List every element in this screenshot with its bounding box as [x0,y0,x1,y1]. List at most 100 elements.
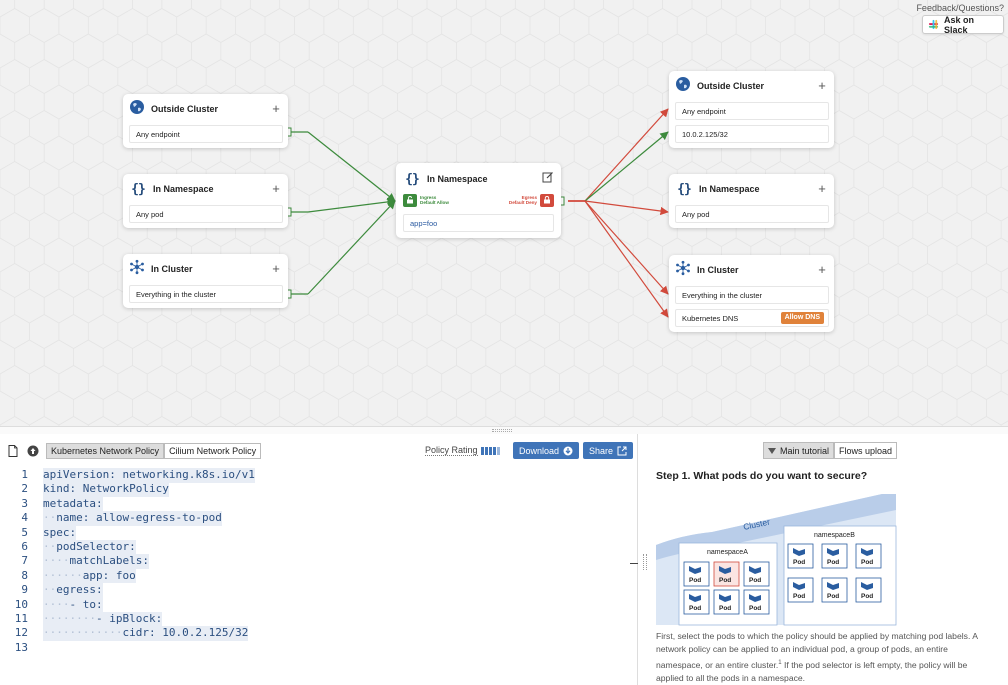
egress-edge [584,108,669,202]
line-number: 7 [21,554,28,568]
egress-edge [584,200,669,216]
edit-icon[interactable] [542,170,554,188]
policy-rating-label[interactable]: Policy Rating [425,445,478,456]
vertical-resize-handle[interactable] [630,434,647,685]
line-number: 11 [14,612,28,625]
external-link-icon [617,446,627,455]
globe-icon [675,76,691,97]
rule-row[interactable]: Any endpoint [129,125,283,143]
pod-box: Pod [821,543,848,569]
rule-row[interactable]: Any endpoint [675,102,829,120]
horizontal-resize-handle[interactable] [0,426,1008,434]
cluster-illustration: Cluster namespaceA namespaceB Pod Pod PodP… [656,494,897,626]
upload-icon[interactable] [26,444,40,458]
download-button[interactable]: Download [513,442,580,459]
code-text: ········- ipBlock: [43,612,163,627]
svg-text:Pod: Pod [861,559,873,566]
cluster-icon [129,259,145,280]
card-title: In Cluster [697,265,739,275]
card-title: Outside Cluster [697,81,765,91]
download-icon [563,446,573,455]
line-number: 13 [14,640,28,654]
code-text: kind: NetworkPolicy [43,482,169,497]
rule-row[interactable]: Everything in the cluster [675,286,829,304]
rule-row[interactable]: Any pod [129,205,283,223]
code-text: ············cidr: 10.0.2.125/32 [43,626,249,641]
rule-row[interactable]: 10.0.2.125/32 [675,125,829,143]
tab-cilium-network-policy[interactable]: Cilium Network Policy [164,443,262,459]
ask-on-slack-button[interactable]: Ask on Slack [922,14,1004,35]
card-title: In Namespace [699,184,760,194]
line-number: 1 [21,468,28,481]
download-label: Download [519,445,560,456]
line-number: 2 [21,482,28,496]
code-text: ··name: allow-egress-to-pod [43,511,222,526]
ingress-unlock-icon[interactable] [403,193,417,207]
tutorial-tabs: Main tutorial Flows upload [763,442,898,459]
rule-row[interactable]: Kubernetes DNS Allow DNS [675,309,829,327]
tab-flows-upload[interactable]: Flows upload [834,442,898,459]
svg-text:Pod: Pod [827,593,839,600]
card-title: In Namespace [153,184,214,194]
slack-button-label: Ask on Slack [944,14,975,35]
yaml-code-editor[interactable]: 1 apiVersion: networking.k8s.io/v1 2 kind: … [0,466,637,685]
namespace-b-label: namespaceB [814,532,855,539]
line-number: 9 [21,583,28,597]
tutorial-description: First, select the pods to which the poli… [656,630,996,685]
code-text: ····- to: [43,597,103,613]
svg-text:Pod: Pod [689,605,701,612]
tutorial-step-title: Step 1. What pods do you want to secure? [656,470,868,482]
code-text: ······app: foo [43,568,136,584]
egress-edge [584,200,669,318]
policy-target-card[interactable]: {} In Namespace Ingress Default Allow Eg… [396,163,561,238]
pod-selector-row[interactable]: app=foo [403,214,554,232]
line-number: 6 [21,540,28,553]
egress-lock-icon[interactable] [540,193,554,207]
add-rule-button[interactable]: + [815,79,829,93]
egress-in-namespace-card[interactable]: {} In Namespace + Any pod [669,174,834,228]
egress-in-cluster-card[interactable]: In Cluster + Everything in the cluster K… [669,255,834,332]
code-text: ··podSelector: [43,540,136,555]
svg-text:Pod: Pod [749,577,761,584]
policy-rating-meter [481,447,500,455]
share-button[interactable]: Share [583,442,634,459]
ingress-edge [307,197,396,213]
rule-row[interactable]: Any pod [675,205,829,223]
egress-edge [584,131,669,202]
code-text: spec: [43,525,77,541]
add-rule-button[interactable]: + [815,263,829,277]
svg-text:Pod: Pod [793,593,805,600]
svg-text:Pod: Pod [793,559,805,566]
add-rule-button[interactable]: + [269,102,283,116]
tab-label: Main tutorial [780,445,830,456]
feedback-label: Feedback/Questions? [916,3,1004,13]
add-rule-button[interactable]: + [269,262,283,276]
pod-box: Pod [855,577,882,603]
line-number: 12 [14,626,28,640]
ingress-default-label: Default Allow [420,200,449,205]
tab-kubernetes-network-policy[interactable]: Kubernetes Network Policy [46,443,165,459]
rule-row[interactable]: Everything in the cluster [129,285,283,303]
add-rule-button[interactable]: + [269,182,283,196]
document-icon[interactable] [6,444,20,458]
ingress-in-namespace-card[interactable]: {} In Namespace + Any pod [123,174,288,228]
pod-box: Pod [683,561,710,587]
line-number: 4 [21,511,28,525]
svg-text:Pod: Pod [689,577,701,584]
line-number: 3 [21,496,28,510]
svg-text:Pod: Pod [861,593,873,600]
line-number: 5 [21,525,28,539]
svg-text:Pod: Pod [749,605,761,612]
tab-main-tutorial[interactable]: Main tutorial [763,442,835,459]
editor-toolbar: Kubernetes Network Policy Cilium Network… [0,441,637,461]
egress-outside-cluster-card[interactable]: Outside Cluster + Any endpoint 10.0.2.12… [669,71,834,148]
share-label: Share [589,445,614,456]
policy-canvas[interactable]: Feedback/Questions? Ask on Slack Outside… [0,0,1008,426]
add-rule-button[interactable]: + [815,182,829,196]
ingress-in-cluster-card[interactable]: In Cluster + Everything in the cluster [123,254,288,308]
card-title: Outside Cluster [151,104,219,114]
braces-icon: {} [131,181,146,197]
svg-text:Pod: Pod [719,577,731,584]
ingress-edge [307,200,396,295]
ingress-outside-cluster-card[interactable]: Outside Cluster + Any endpoint [123,94,288,148]
